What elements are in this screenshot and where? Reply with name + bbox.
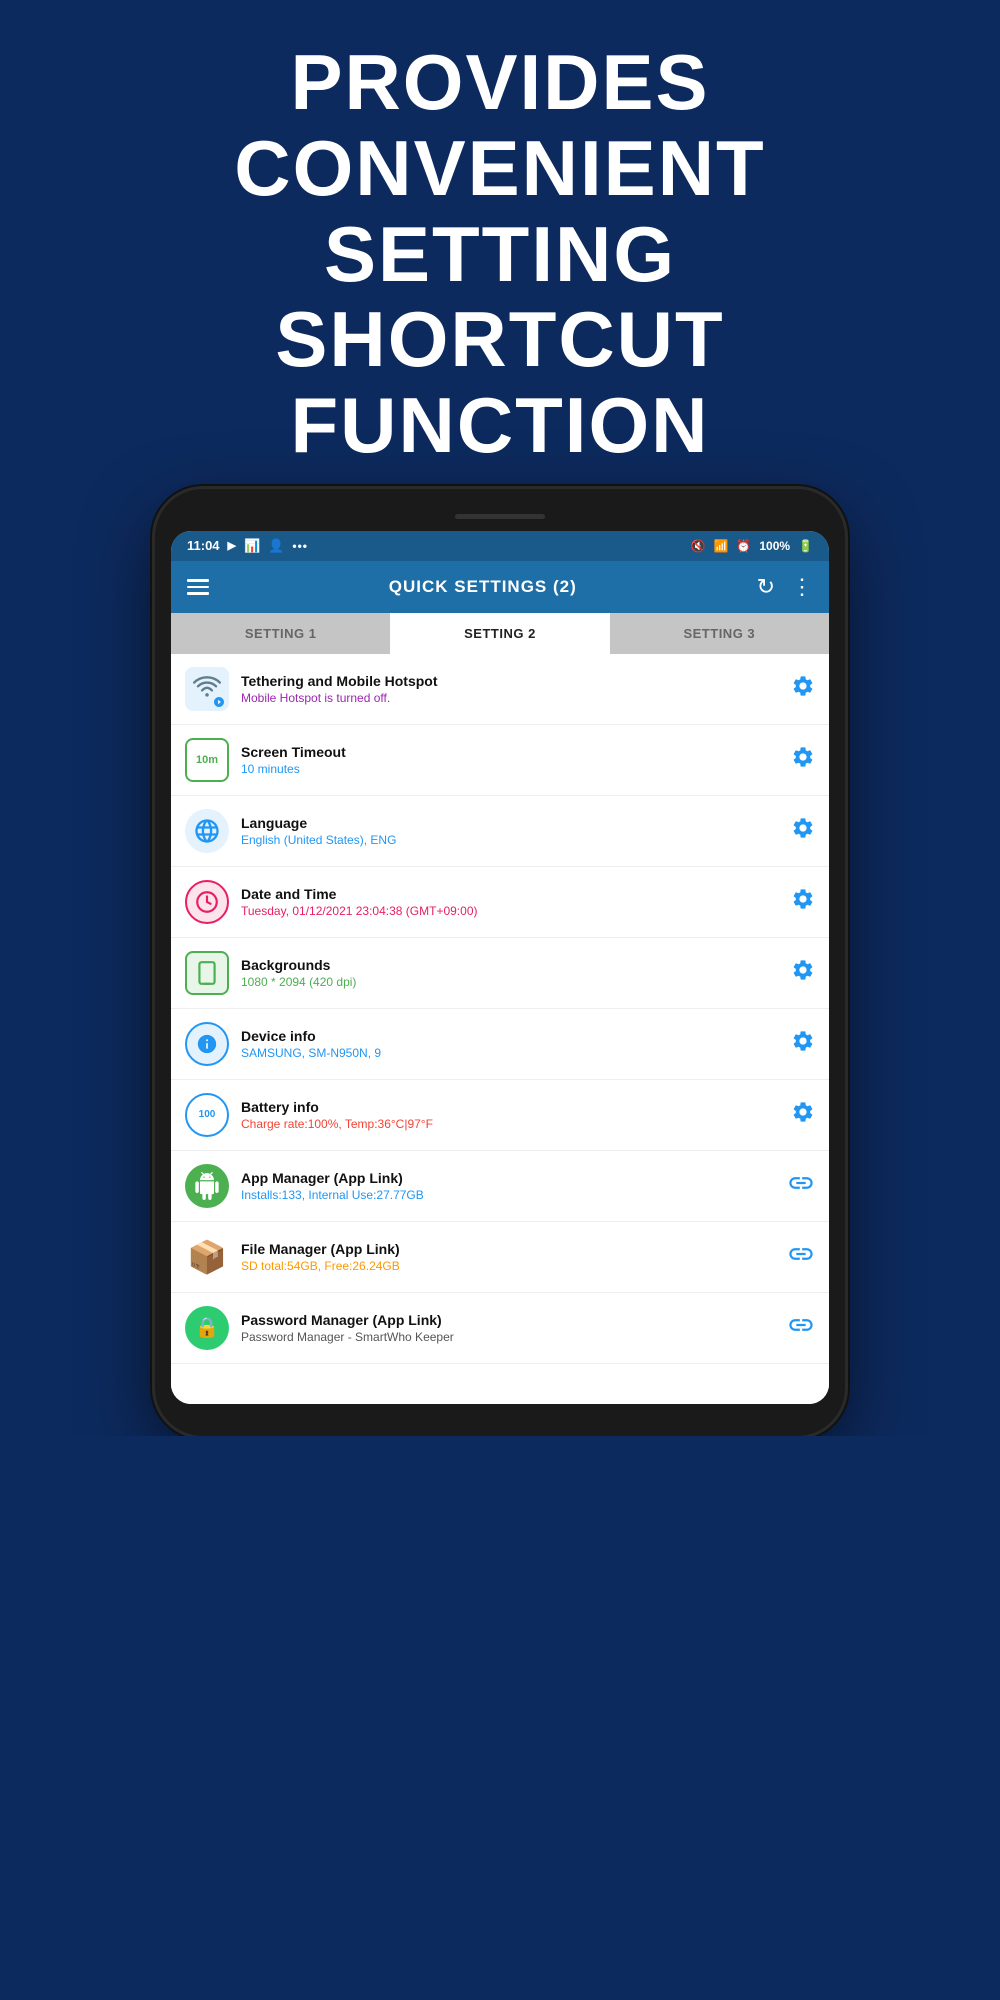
gear-action-icon [791,1029,815,1058]
setting-title: Battery info [241,1099,779,1115]
setting-text: Language English (United States), ENG [241,815,779,847]
battery-icon: 🔋 [798,539,813,553]
setting-text: File Manager (App Link) SD total:54GB, F… [241,1241,775,1273]
phone-frame: 11:04 ▶ 📊 👤 ••• 🔇 📶 ⏰ 100% 🔋 QUICK SETT [155,489,845,1436]
setting-subtitle: Tuesday, 01/12/2021 23:04:38 (GMT+09:00) [241,904,779,918]
setting-subtitle: English (United States), ENG [241,833,779,847]
mute-icon: 🔇 [690,539,705,553]
status-bar-right: 🔇 📶 ⏰ 100% 🔋 [690,539,813,553]
tabs-container: SETTING 1 SETTING 2 SETTING 3 [171,613,829,654]
setting-subtitle: Password Manager - SmartWho Keeper [241,1330,775,1344]
setting-subtitle: Charge rate:100%, Temp:36°C|97°F [241,1117,779,1131]
list-item[interactable]: Device info SAMSUNG, SM-N950N, 9 [171,1009,829,1080]
tab-setting1[interactable]: SETTING 1 [171,613,390,654]
gear-action-icon [791,674,815,703]
list-item[interactable]: Tethering and Mobile Hotspot Mobile Hots… [171,654,829,725]
link-action-icon [787,1240,815,1273]
setting-text: Screen Timeout 10 minutes [241,744,779,776]
link-action-icon [787,1311,815,1344]
list-item[interactable]: 100 Battery info Charge rate:100%, Temp:… [171,1080,829,1151]
hero-section: PROVIDES CONVENIENT SETTING SHORTCUT FUN… [0,0,1000,489]
setting-title: Password Manager (App Link) [241,1312,775,1328]
backgrounds-icon [185,951,229,995]
setting-text: Date and Time Tuesday, 01/12/2021 23:04:… [241,886,779,918]
setting-subtitle: Installs:133, Internal Use:27.77GB [241,1188,775,1202]
list-item[interactable]: Date and Time Tuesday, 01/12/2021 23:04:… [171,867,829,938]
setting-subtitle: SD total:54GB, Free:26.24GB [241,1259,775,1273]
gear-action-icon [791,816,815,845]
refresh-button[interactable]: ↻ [757,574,775,600]
datetime-icon [185,880,229,924]
list-item[interactable]: Backgrounds 1080 * 2094 (420 dpi) [171,938,829,1009]
list-item[interactable]: Language English (United States), ENG [171,796,829,867]
setting-title: Screen Timeout [241,744,779,760]
gear-action-icon [791,887,815,916]
setting-subtitle: 10 minutes [241,762,779,776]
language-icon [185,809,229,853]
tab-setting2[interactable]: SETTING 2 [390,613,609,654]
setting-subtitle: Mobile Hotspot is turned off. [241,691,779,705]
tab-setting3[interactable]: SETTING 3 [610,613,829,654]
filemanager-icon: 📦 [185,1235,229,1279]
setting-title: Language [241,815,779,831]
list-item[interactable]: 10m Screen Timeout 10 minutes [171,725,829,796]
setting-title: App Manager (App Link) [241,1170,775,1186]
list-item[interactable]: 📦 File Manager (App Link) SD total:54GB,… [171,1222,829,1293]
hamburger-menu[interactable] [187,579,209,595]
list-item[interactable]: App Manager (App Link) Installs:133, Int… [171,1151,829,1222]
app-bar-title: QUICK SETTINGS (2) [209,577,757,597]
gear-action-icon [791,1100,815,1129]
list-item[interactable]: 🔒 Password Manager (App Link) Password M… [171,1293,829,1364]
gear-action-icon [791,745,815,774]
status-bar-left: 11:04 ▶ 📊 👤 ••• [187,538,308,554]
phone-screen: 11:04 ▶ 📊 👤 ••• 🔇 📶 ⏰ 100% 🔋 QUICK SETT [171,531,829,1404]
setting-subtitle: 1080 * 2094 (420 dpi) [241,975,779,989]
link-action-icon [787,1169,815,1202]
chart-icon: 📊 [244,538,260,554]
passwordmanager-icon: 🔒 [185,1306,229,1350]
batteryinfo-icon: 100 [185,1093,229,1137]
gear-action-icon [791,958,815,987]
setting-subtitle: SAMSUNG, SM-N950N, 9 [241,1046,779,1060]
setting-title: Backgrounds [241,957,779,973]
status-bar: 11:04 ▶ 📊 👤 ••• 🔇 📶 ⏰ 100% 🔋 [171,531,829,561]
app-bar: QUICK SETTINGS (2) ↻ ⋮ [171,561,829,613]
setting-text: Device info SAMSUNG, SM-N950N, 9 [241,1028,779,1060]
battery-text: 100% [759,539,790,553]
setting-text: Tethering and Mobile Hotspot Mobile Hots… [241,673,779,705]
deviceinfo-icon [185,1022,229,1066]
wifi-icon: 📶 [713,539,728,553]
appmanager-icon [185,1164,229,1208]
phone-notch [171,505,829,529]
setting-text: Password Manager (App Link) Password Man… [241,1312,775,1344]
timeout-icon: 10m [185,738,229,782]
more-options-button[interactable]: ⋮ [791,574,813,600]
person-icon: 👤 [268,538,284,554]
dots-status: ••• [292,539,308,553]
setting-title: Tethering and Mobile Hotspot [241,673,779,689]
setting-title: File Manager (App Link) [241,1241,775,1257]
alarm-icon: ⏰ [736,539,751,553]
setting-text: App Manager (App Link) Installs:133, Int… [241,1170,775,1202]
play-icon: ▶ [228,539,236,552]
settings-list: Tethering and Mobile Hotspot Mobile Hots… [171,654,829,1404]
hero-title: PROVIDES CONVENIENT SETTING SHORTCUT FUN… [60,40,940,469]
setting-text: Battery info Charge rate:100%, Temp:36°C… [241,1099,779,1131]
setting-text: Backgrounds 1080 * 2094 (420 dpi) [241,957,779,989]
setting-title: Date and Time [241,886,779,902]
setting-title: Device info [241,1028,779,1044]
hotspot-icon [185,667,229,711]
